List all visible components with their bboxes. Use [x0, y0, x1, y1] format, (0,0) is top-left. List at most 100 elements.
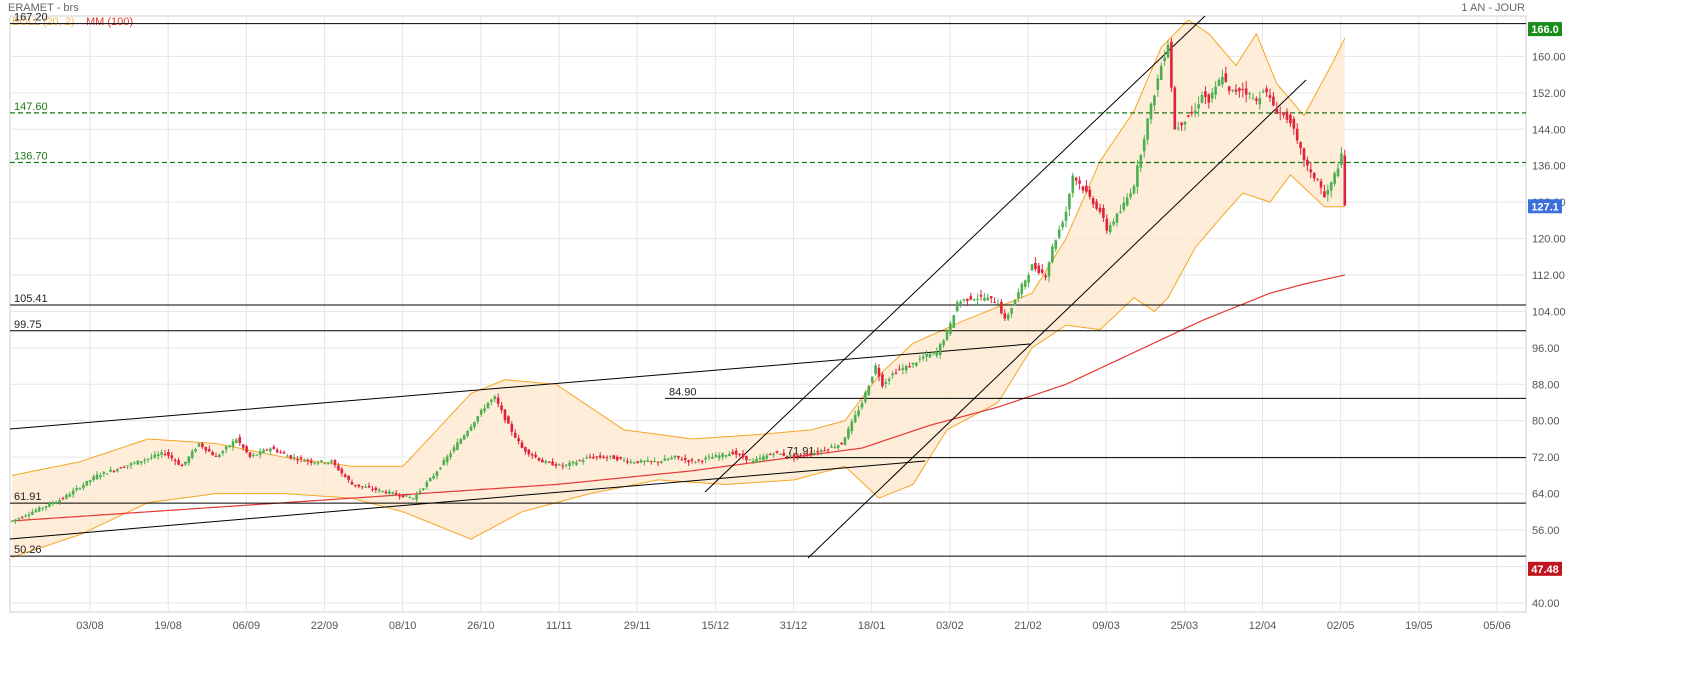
- candle-body: [367, 485, 371, 488]
- candle-body: [316, 462, 320, 464]
- candle-body: [1034, 262, 1037, 270]
- candle-body: [184, 461, 187, 465]
- candle-body: [670, 457, 673, 460]
- candle-body: [813, 453, 816, 455]
- candle-body: [112, 470, 116, 472]
- candle-body: [1125, 197, 1129, 206]
- x-tick-label: 29/11: [624, 620, 651, 632]
- y-tick-label: 136.00: [1532, 161, 1566, 173]
- candle-body: [537, 457, 541, 461]
- candle-body: [190, 451, 194, 458]
- candle-body: [762, 456, 765, 461]
- x-tick-label: 18/01: [858, 620, 886, 632]
- x-tick-label: 19/08: [154, 620, 182, 632]
- candle-body: [724, 455, 728, 457]
- candle-body: [160, 452, 163, 455]
- candle-body: [595, 456, 599, 458]
- candle-body: [1241, 88, 1245, 90]
- y-tick-label: 144.00: [1532, 124, 1566, 136]
- candle-body: [969, 296, 973, 300]
- candle-body: [102, 471, 106, 474]
- candle-body: [1006, 314, 1010, 320]
- candle-body: [683, 458, 687, 460]
- candle-body: [823, 450, 826, 452]
- candle-body: [51, 502, 55, 504]
- candle-body: [265, 449, 269, 451]
- candle-body: [1190, 111, 1194, 114]
- candle-body: [1244, 88, 1248, 95]
- candle-body: [133, 462, 136, 464]
- candle-body: [602, 456, 605, 458]
- candle-body: [377, 489, 381, 491]
- candle-body: [44, 506, 48, 508]
- candle-body: [323, 462, 327, 464]
- candle-body: [758, 457, 762, 459]
- candle-body: [819, 450, 823, 452]
- low-price-badge: 47.48: [1531, 564, 1559, 576]
- candle-body: [1176, 127, 1180, 129]
- candle-body: [673, 455, 677, 458]
- candle-body: [357, 484, 361, 487]
- candle-body: [745, 455, 748, 461]
- candle-body: [20, 517, 24, 519]
- candle-body: [126, 465, 129, 467]
- candle-body: [561, 465, 565, 467]
- candle-body: [228, 445, 231, 447]
- candle-body: [129, 463, 133, 466]
- candle-body: [282, 452, 286, 454]
- candle-body: [1132, 186, 1136, 194]
- level-label: 61.91: [14, 491, 42, 503]
- candle-body: [78, 488, 82, 490]
- x-tick-label: 31/12: [780, 620, 808, 632]
- candle-body: [609, 455, 612, 457]
- candle-body: [765, 455, 769, 459]
- candle-body: [942, 340, 945, 346]
- candle-body: [218, 454, 221, 458]
- chart-canvas[interactable]: 03/08 19/08 06/09 22/09 08/10 26/10 11/11 29/11…: [0, 0, 1695, 685]
- candle-body: [374, 487, 378, 491]
- candle-body: [469, 426, 473, 431]
- candle-body: [1340, 153, 1343, 165]
- candle-body: [330, 460, 333, 463]
- candle-body: [306, 459, 310, 462]
- candle-body: [986, 297, 990, 301]
- candle-body: [1217, 79, 1221, 87]
- candle-body: [1027, 275, 1030, 283]
- candle-body: [575, 462, 578, 465]
- candle-body: [432, 476, 435, 479]
- candle-body: [629, 461, 633, 463]
- candle-body: [622, 459, 626, 461]
- plot-frame: [9, 15, 1527, 613]
- candle-body: [1170, 41, 1173, 88]
- candle-body: [496, 397, 500, 404]
- candle-body: [1030, 264, 1034, 271]
- level-label: 84.90: [669, 386, 697, 398]
- candle-body: [717, 455, 721, 459]
- candle-body: [632, 462, 636, 464]
- candle-body: [1268, 95, 1272, 98]
- candle-body: [1102, 207, 1105, 218]
- candle-body: [921, 356, 925, 359]
- candle-body: [343, 474, 347, 477]
- x-tick-label: 25/03: [1171, 620, 1199, 632]
- x-tick-label: 06/09: [233, 620, 261, 632]
- candle-body: [928, 354, 932, 358]
- x-tick-label: 03/02: [936, 620, 964, 632]
- candle-body: [918, 358, 922, 360]
- candle-body: [809, 453, 813, 455]
- candle-body: [88, 480, 92, 482]
- candle-body: [292, 457, 296, 459]
- candle-body: [626, 461, 629, 463]
- candle-body: [782, 452, 786, 456]
- candle-body: [1057, 229, 1061, 238]
- candle-body: [194, 449, 197, 452]
- candle-body: [898, 369, 901, 371]
- candle-body: [1258, 98, 1262, 105]
- candle-body: [449, 453, 452, 457]
- candle-body: [415, 494, 418, 500]
- y-tick-label: 56.00: [1532, 525, 1560, 537]
- candle-body: [85, 480, 89, 486]
- candle-body: [170, 455, 174, 459]
- candle-body: [187, 456, 191, 463]
- candle-body: [364, 486, 367, 488]
